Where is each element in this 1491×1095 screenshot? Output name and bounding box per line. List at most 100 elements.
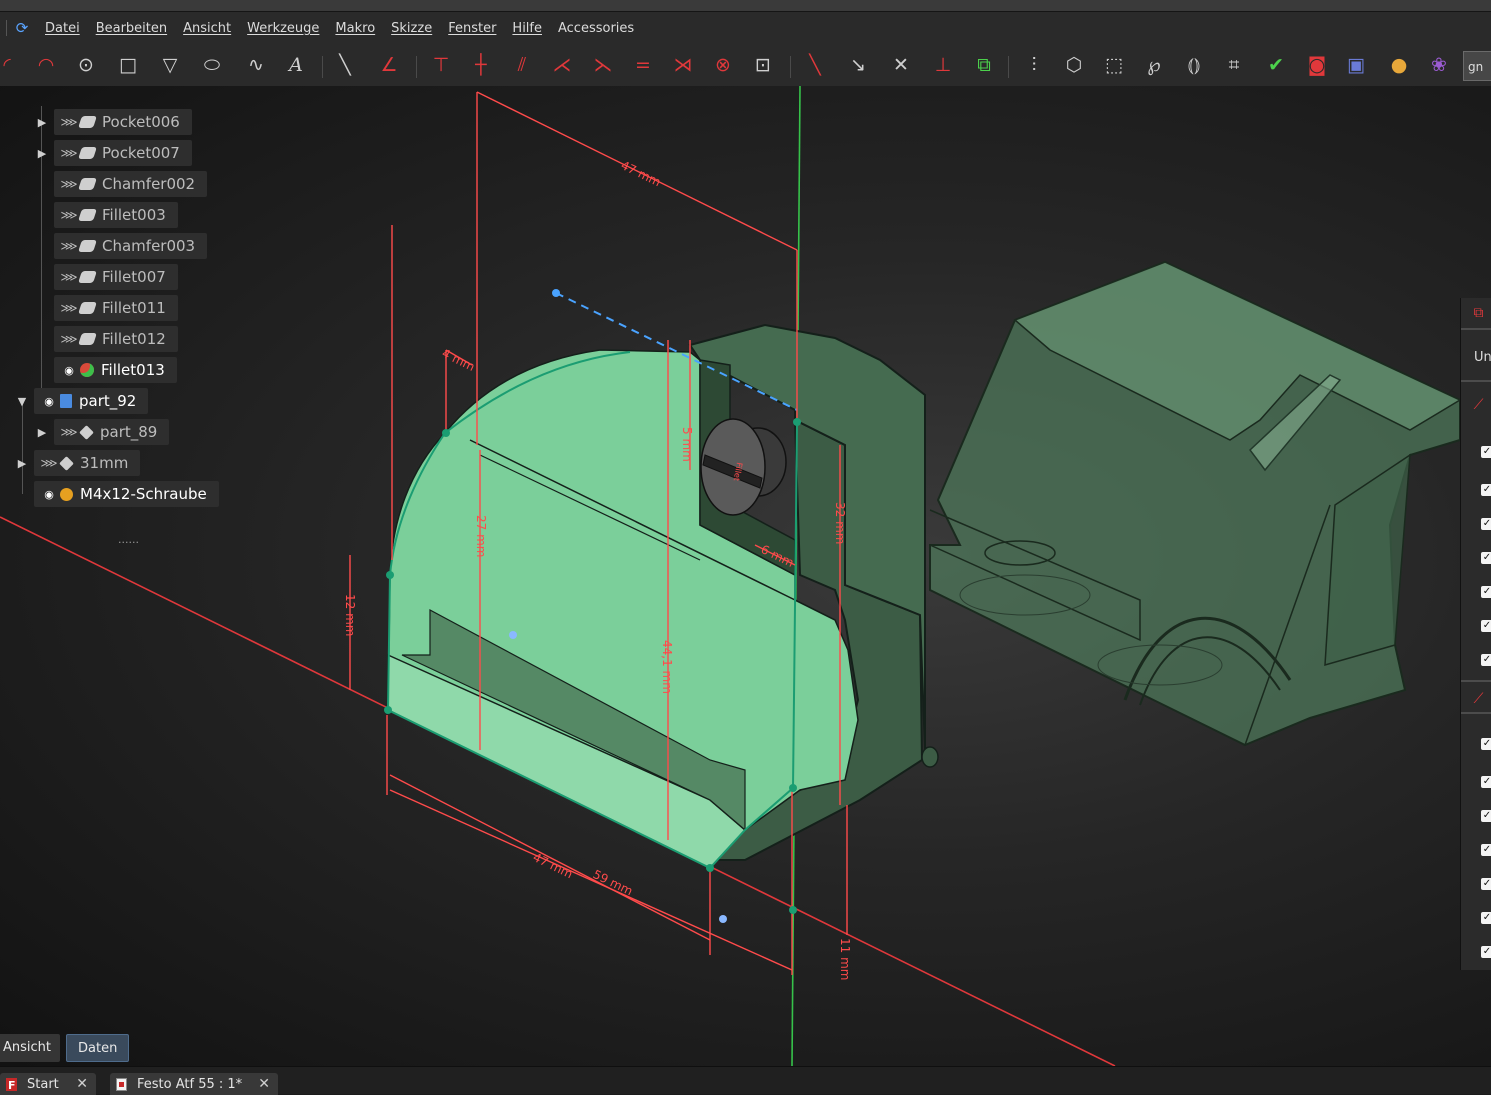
toolbar-search-field[interactable]: gn	[1463, 51, 1491, 81]
close-icon[interactable]: ✕	[258, 1076, 270, 1092]
expand-arrow-icon[interactable]: ▶	[15, 457, 29, 470]
menu-bearbeiten[interactable]: Bearbeiten	[96, 21, 167, 36]
second-part-model[interactable]	[929, 260, 1462, 747]
constrain-lock-icon[interactable]: ⊡	[750, 52, 776, 78]
fillet-tool-icon[interactable]: ⊥	[930, 52, 956, 78]
show-hide-geometry-icon[interactable]: ⬡	[1061, 52, 1087, 78]
color-mixer-icon[interactable]: ❀	[1426, 52, 1452, 78]
checkbox[interactable]: ✓	[1481, 552, 1491, 564]
constrain-radius-icon[interactable]: ↘	[845, 52, 871, 78]
checkbox[interactable]: ✓	[1481, 586, 1491, 598]
menu-accessories[interactable]: Accessories	[558, 21, 634, 36]
checkbox[interactable]: ✓	[1481, 912, 1491, 924]
close-icon[interactable]: ✕	[76, 1076, 88, 1092]
expand-arrow-icon[interactable]: ▶	[35, 426, 49, 439]
hidden-eye-icon[interactable]: ⋙	[58, 332, 80, 346]
expand-arrow-icon[interactable]: ▶	[35, 116, 49, 129]
palette-icon[interactable]: ●	[1386, 52, 1412, 78]
sketcher-toolbar: ◜ ◠ ⊙ □ ▽ ⬭ ∿ A ╲ ∠ ⊤ ┼ ⫽ ⋌ ⋋ = ⋊ ⊗ ⊡ ╲ …	[0, 44, 1491, 87]
arc-3point-icon[interactable]: ◠	[33, 52, 59, 78]
dim-left-height: 12 mm	[343, 594, 357, 636]
visible-eye-icon[interactable]: ◉	[38, 395, 60, 408]
text-tool-icon[interactable]: A	[283, 52, 309, 78]
visible-eye-icon[interactable]: ◉	[38, 488, 60, 501]
main-part-model[interactable]	[387, 323, 939, 869]
checkbox[interactable]: ✓	[1481, 946, 1491, 958]
hidden-eye-icon[interactable]: ⋙	[58, 425, 80, 439]
hidden-eye-icon[interactable]: ⋙	[58, 208, 80, 222]
checkbox[interactable]: ✓	[1481, 484, 1491, 496]
toggle-driving-icon[interactable]: ⧉	[971, 52, 997, 78]
hidden-eye-icon[interactable]: ⋙	[58, 270, 80, 284]
constrain-angle-icon[interactable]: ✕	[888, 52, 914, 78]
hidden-eye-icon[interactable]: ⋙	[58, 239, 80, 253]
tab-festo-document[interactable]: Festo Atf 55 : 1* ✕	[110, 1073, 278, 1095]
refresh-icon[interactable]: ⟳	[15, 19, 29, 37]
checkbox[interactable]: ✓	[1481, 738, 1491, 750]
constrain-parallel-icon[interactable]: ⫽	[509, 52, 535, 78]
menu-skizze[interactable]: Skizze	[391, 21, 432, 36]
dim-top-width: 47 mm	[619, 158, 663, 189]
view-section-icon[interactable]: ◙	[1304, 52, 1330, 78]
checkbox[interactable]: ✓	[1481, 776, 1491, 788]
slot-tool-icon[interactable]: ⬭	[199, 52, 225, 78]
knot-multiplicity-icon[interactable]: ⦅⦆	[1181, 52, 1207, 78]
element-filter-icon[interactable]: ⟋	[1465, 686, 1491, 712]
hidden-eye-icon[interactable]: ⋙	[58, 146, 80, 160]
construction-mode-icon[interactable]: ∠	[376, 52, 402, 78]
constrain-perpendicular-icon[interactable]: ⋌	[549, 52, 575, 78]
menu-makro[interactable]: Makro	[335, 21, 375, 36]
checkbox[interactable]: ✓	[1481, 844, 1491, 856]
checkbox[interactable]: ✓	[1481, 620, 1491, 632]
constrain-distance-icon[interactable]: ╲	[802, 52, 828, 78]
curvature-comb-icon[interactable]: ℘	[1141, 52, 1167, 78]
visible-eye-icon[interactable]: ◉	[58, 364, 80, 377]
bspline-tools-icon[interactable]: ⫶	[1021, 52, 1047, 78]
check-ok-icon[interactable]: ✔	[1263, 52, 1289, 78]
circle-tool-icon[interactable]: ⊙	[73, 52, 99, 78]
menu-hilfe[interactable]: Hilfe	[512, 21, 542, 36]
toolbar-separator	[790, 56, 791, 78]
bspline-tool-icon[interactable]: ∿	[243, 52, 269, 78]
constrain-block-icon[interactable]: ⊗	[710, 52, 736, 78]
validate-sketch-icon[interactable]: ⌗	[1221, 52, 1247, 78]
collapse-arrow-icon[interactable]: ▼	[15, 395, 29, 408]
checkbox[interactable]: ✓	[1481, 654, 1491, 666]
dim-inner-height: 27 mm	[474, 515, 488, 557]
document-icon	[116, 1077, 127, 1091]
menu-werkzeuge[interactable]: Werkzeuge	[247, 21, 319, 36]
arc-tool-icon[interactable]: ◜	[0, 52, 20, 78]
constrain-equal-icon[interactable]: =	[630, 52, 656, 78]
hidden-eye-icon[interactable]: ⋙	[58, 301, 80, 315]
checkbox[interactable]: ✓	[1481, 518, 1491, 530]
tab-start[interactable]: F Start ✕	[0, 1073, 96, 1095]
constrain-symmetric-icon[interactable]: ⋊	[670, 52, 696, 78]
menu-fenster[interactable]: Fenster	[448, 21, 496, 36]
map-sketch-icon[interactable]: ▣	[1343, 52, 1369, 78]
toggle-panel-icon[interactable]: ⧉	[1465, 300, 1491, 326]
data-tab-button[interactable]: Daten	[66, 1034, 130, 1062]
select-element-icon[interactable]: ⬚	[1101, 52, 1127, 78]
checkbox[interactable]: ✓	[1481, 878, 1491, 890]
tree-item-label: part_89	[100, 423, 158, 441]
window-top-strip	[0, 0, 1491, 12]
view-tab-button[interactable]: Ansicht	[0, 1034, 61, 1062]
hidden-eye-icon[interactable]: ⋙	[38, 456, 60, 470]
tree-item-label: Fillet012	[102, 330, 166, 348]
constrain-coincident-icon[interactable]: ⊤	[428, 52, 454, 78]
expand-arrow-icon[interactable]: ▶	[35, 147, 49, 160]
hidden-eye-icon[interactable]: ⋙	[58, 177, 80, 191]
checkbox[interactable]: ✓	[1481, 446, 1491, 458]
menu-datei[interactable]: Datei	[45, 21, 80, 36]
constrain-tangent-icon[interactable]: ⋋	[590, 52, 616, 78]
hidden-eye-icon[interactable]: ⋙	[58, 115, 80, 129]
dim-bottom-right: 11 mm	[838, 938, 852, 980]
checkbox[interactable]: ✓	[1481, 810, 1491, 822]
tree-more-indicator[interactable]: ......	[118, 533, 139, 546]
polygon-tool-icon[interactable]: ▽	[157, 52, 183, 78]
constrain-point-on-object-icon[interactable]: ┼	[468, 52, 494, 78]
rectangle-tool-icon[interactable]: □	[115, 52, 141, 78]
external-geometry-icon[interactable]: ╲	[332, 52, 358, 78]
constraint-filter-icon[interactable]: ⟋	[1465, 392, 1491, 418]
menu-ansicht[interactable]: Ansicht	[183, 21, 231, 36]
